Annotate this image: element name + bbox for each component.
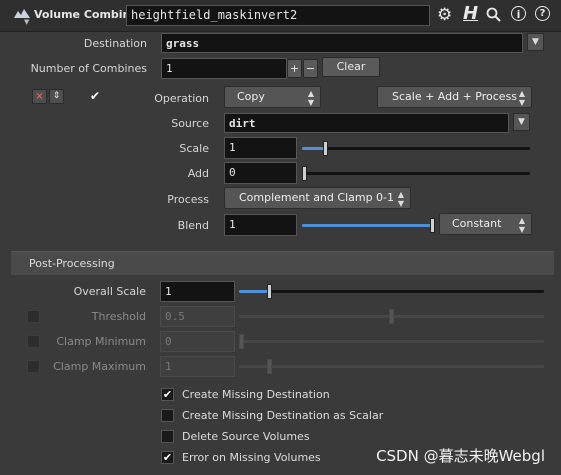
destination-dropdown-icon[interactable]: ▼ [527,33,544,51]
operation-value: Copy [237,90,265,103]
process-menu[interactable]: Complement and Clamp 0-1 ▲ ▼ [224,187,411,209]
process-label: Process [167,193,209,206]
clamp-max-slider[interactable] [239,359,545,374]
adjust-value: Scale + Add + Process [392,90,518,103]
add-label: Add [187,167,209,180]
updown-arrow-icon: ▲ ▼ [307,89,314,107]
threshold-label: Threshold [91,310,146,323]
clamp-max-label: Clamp Maximum [53,360,146,373]
num-combines-field[interactable]: 1 [161,58,287,79]
node-type-icon [14,9,30,18]
move-instance-button[interactable]: ⇕ [49,89,64,104]
clamp-max-field[interactable]: 1 [160,356,235,377]
scale-slider-handle[interactable] [323,141,328,156]
add-combine-button[interactable]: + [287,59,302,78]
create-missing-scalar-label: Create Missing Destination as Scalar [182,409,384,422]
threshold-field[interactable]: 0.5 [160,306,235,327]
destination-field[interactable]: grass [161,33,523,53]
create-missing-scalar-checkbox[interactable] [161,409,174,422]
scale-slider[interactable] [302,141,532,156]
remove-instance-button[interactable]: × [32,89,47,104]
updown-arrow-icon: ▲ ▼ [518,89,525,107]
clamp-min-label: Clamp Minimum [56,335,146,348]
houdini-help-icon[interactable]: H [463,3,478,24]
node-name-field[interactable]: heightfield_maskinvert2 [126,5,430,26]
num-combines-label: Number of Combines [30,62,147,75]
clamp-max-toggle[interactable] [27,360,40,373]
add-field[interactable]: 0 [224,162,297,184]
node-type-dropdown-icon[interactable]: ▼ [24,18,29,26]
updown-arrow-icon: ▲ ▼ [518,216,525,234]
blend-field[interactable]: 1 [224,214,297,236]
overall-scale-field[interactable]: 1 [160,281,235,302]
search-icon[interactable] [486,7,501,22]
clamp-min-toggle[interactable] [27,335,40,348]
overall-scale-label: Overall Scale [73,285,146,298]
adjust-menu[interactable]: Scale + Add + Process ▲ ▼ [377,86,532,108]
remove-combine-button[interactable]: − [303,59,318,78]
delete-source-volumes-label: Delete Source Volumes [182,430,310,443]
overall-scale-slider-handle[interactable] [267,284,272,299]
post-processing-title: Post-Processing [29,257,115,270]
gear-icon[interactable]: ⚙ [437,5,452,25]
watermark-text: CSDN @暮志未晚Webgl [376,447,545,465]
overall-scale-slider[interactable] [239,284,545,299]
node-type-label: Volume Combine [34,8,138,21]
blend-mode-menu[interactable]: Constant ▲ ▼ [439,213,532,235]
scale-label: Scale [179,142,209,155]
destination-label: Destination [83,37,147,50]
clamp-max-slider-handle[interactable] [267,359,272,374]
operation-menu[interactable]: Copy ▲ ▼ [224,86,321,108]
blend-mode-value: Constant [452,217,502,230]
error-on-missing-checkbox[interactable]: ✔ [161,451,174,464]
operation-label: Operation [154,92,209,105]
instance-enable-checkbox[interactable]: ✔ [90,89,100,103]
threshold-toggle[interactable] [27,310,40,323]
source-dropdown-icon[interactable]: ▼ [513,113,530,131]
error-on-missing-label: Error on Missing Volumes [182,451,321,464]
create-missing-destination-label: Create Missing Destination [182,388,330,401]
source-label: Source [171,117,209,130]
blend-label: Blend [177,219,209,232]
delete-source-volumes-checkbox[interactable] [161,430,174,443]
blend-slider-handle[interactable] [430,218,435,233]
clear-button[interactable]: Clear [322,57,380,77]
process-value: Complement and Clamp 0-1 [239,191,395,204]
add-slider-handle[interactable] [302,166,307,181]
clamp-min-slider-handle[interactable] [239,334,244,349]
threshold-slider-handle[interactable] [389,309,394,324]
add-slider[interactable] [302,166,532,181]
scale-field[interactable]: 1 [224,137,297,159]
help-icon[interactable]: ? [535,6,550,21]
clamp-min-slider[interactable] [239,334,545,349]
info-icon[interactable]: i [511,6,526,21]
updown-arrow-icon: ▲ ▼ [397,190,404,208]
clamp-min-field[interactable]: 0 [160,331,235,352]
create-missing-destination-checkbox[interactable]: ✔ [161,388,174,401]
blend-slider[interactable] [302,218,437,233]
source-field[interactable]: dirt [224,113,509,133]
threshold-slider[interactable] [239,309,545,324]
